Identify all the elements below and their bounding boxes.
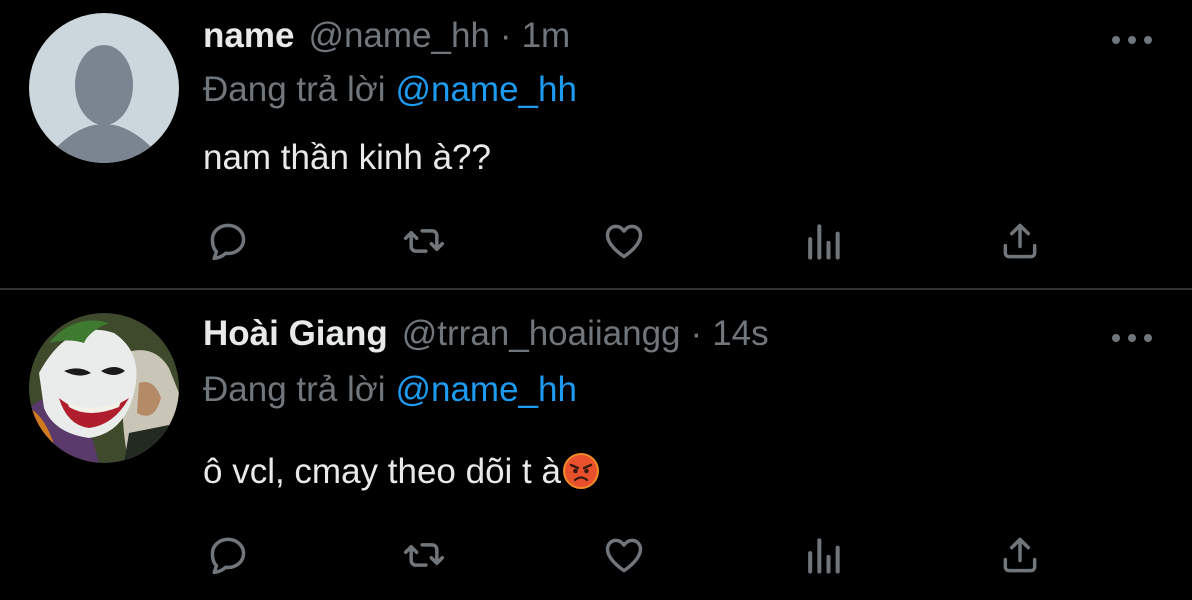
retweet-icon	[403, 543, 445, 567]
like-button[interactable]	[599, 216, 649, 266]
tweet-text: ô vcl, cmay theo dõi t à	[203, 452, 561, 491]
share-button[interactable]	[995, 530, 1045, 580]
reply-mention-link[interactable]: @name_hh	[395, 70, 576, 109]
display-name[interactable]: name	[203, 16, 294, 56]
analytics-icon	[808, 538, 840, 574]
reply-icon	[210, 223, 246, 261]
reply-button[interactable]	[203, 530, 253, 580]
default-avatar-icon	[29, 13, 179, 163]
separator-dot: ·	[690, 314, 703, 353]
retweet-button[interactable]	[399, 216, 449, 266]
avatar[interactable]	[29, 313, 179, 463]
reply-context: Đang trả lời @name_hh	[203, 70, 577, 110]
retweet-icon	[403, 229, 445, 253]
reply-button[interactable]	[203, 216, 253, 266]
angry-face-emoji	[562, 453, 599, 489]
separator-dot: ·	[499, 16, 512, 55]
reply-prefix: Đang trả lời	[203, 370, 386, 409]
share-icon	[1003, 223, 1037, 259]
analytics-button[interactable]	[798, 530, 848, 580]
share-button[interactable]	[995, 216, 1045, 266]
reply-prefix: Đang trả lời	[203, 70, 386, 109]
tweet-text: nam thần kinh à??	[203, 138, 491, 177]
like-icon	[605, 224, 643, 259]
reply-context: Đang trả lời @name_hh	[203, 370, 577, 410]
user-handle[interactable]: @name_hh	[308, 16, 489, 56]
tweet[interactable]: name @name_hh · 1m Đang trả lời @name_hh …	[0, 0, 1192, 288]
reply-icon	[210, 537, 246, 575]
analytics-button[interactable]	[798, 216, 848, 266]
more-options-icon[interactable]	[1112, 328, 1152, 348]
retweet-button[interactable]	[399, 530, 449, 580]
tweet-header: Hoài Giang @trran_hoaiiangg · 14s	[203, 314, 769, 360]
timestamp[interactable]: 14s	[712, 314, 768, 354]
tweet-header: name @name_hh · 1m	[203, 16, 570, 62]
analytics-icon	[808, 224, 840, 260]
tweet-actions	[203, 530, 1053, 580]
tweet-actions	[203, 216, 1053, 266]
share-icon	[1003, 537, 1037, 573]
timestamp[interactable]: 1m	[522, 16, 571, 56]
like-button[interactable]	[599, 530, 649, 580]
reply-mention-link[interactable]: @name_hh	[395, 370, 576, 409]
tweet-text-container: ô vcl, cmay theo dõi t à	[203, 452, 599, 492]
like-icon	[605, 538, 643, 573]
avatar[interactable]	[29, 13, 179, 163]
user-handle[interactable]: @trran_hoaiiangg	[402, 314, 681, 354]
joker-avatar	[29, 313, 179, 463]
more-options-icon[interactable]	[1112, 30, 1152, 50]
display-name[interactable]: Hoài Giang	[203, 314, 388, 354]
tweet[interactable]: Hoài Giang @trran_hoaiiangg · 14s Đang t…	[0, 290, 1192, 600]
